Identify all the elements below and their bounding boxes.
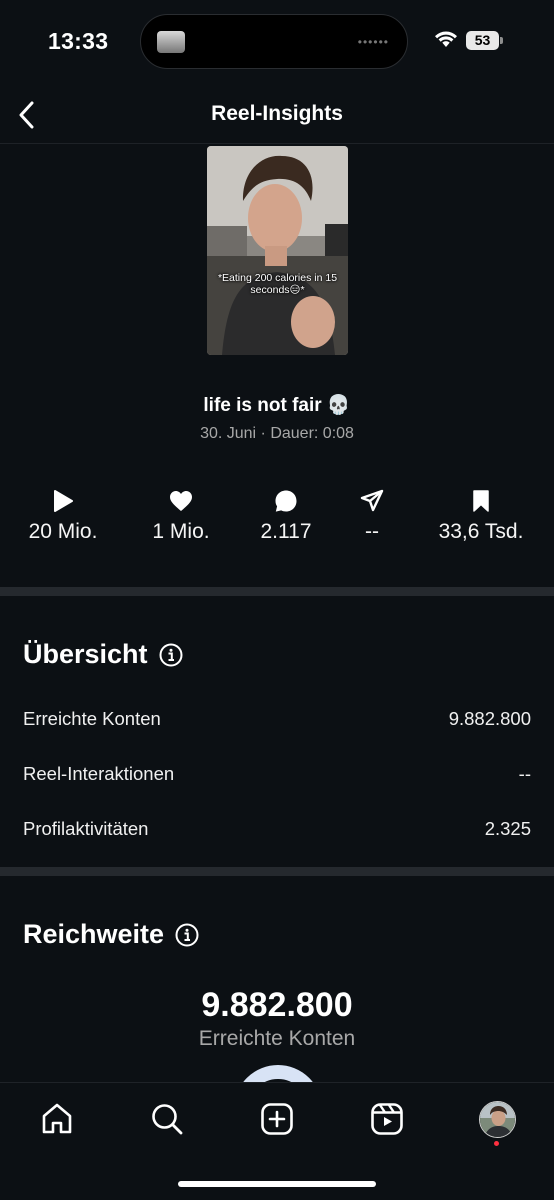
metric-label: Profilaktivitäten bbox=[23, 818, 149, 839]
metric-value: -- bbox=[518, 763, 531, 784]
notification-dot bbox=[494, 1141, 499, 1146]
search-icon bbox=[152, 1104, 183, 1135]
wifi-icon bbox=[435, 31, 457, 47]
play-icon bbox=[54, 490, 73, 512]
overview-title: Übersicht bbox=[23, 639, 148, 669]
heart-icon bbox=[170, 491, 192, 511]
nav-profile[interactable] bbox=[477, 1099, 517, 1139]
plays-count: 20 Mio. bbox=[28, 520, 98, 543]
section-divider bbox=[0, 867, 554, 876]
create-icon bbox=[261, 1103, 293, 1135]
reel-insights-screen: 13:33 •••••• 53 Reel-Insights *Eating 20… bbox=[0, 0, 554, 1200]
reach-title: Reichweite bbox=[23, 919, 165, 949]
nav-create[interactable] bbox=[257, 1099, 297, 1139]
bookmark-icon bbox=[473, 490, 489, 512]
reel-meta: 30. Juni · Dauer: 0:08 bbox=[200, 425, 354, 442]
battery-icon: 53 bbox=[466, 31, 499, 50]
page-title: Reel-Insights bbox=[211, 102, 343, 125]
reel-overlay-caption: *Eating 200 calories in 15 seconds😑* bbox=[217, 272, 338, 296]
overview-header: Übersicht bbox=[23, 639, 183, 670]
stat-plays: 20 Mio. bbox=[3, 486, 123, 544]
island-activity-dots: •••••• bbox=[357, 35, 389, 49]
battery-tip bbox=[500, 37, 503, 44]
status-time: 13:33 bbox=[48, 28, 109, 54]
dynamic-island[interactable]: •••••• bbox=[140, 14, 408, 69]
comment-icon bbox=[275, 490, 297, 512]
reach-label: Erreichte Konten bbox=[198, 1027, 356, 1050]
stat-shares: -- bbox=[312, 486, 432, 544]
now-playing-thumbnail bbox=[157, 31, 185, 53]
metric-label: Erreichte Konten bbox=[23, 708, 161, 729]
top-header: Reel-Insights bbox=[0, 86, 554, 144]
metric-row-profile-activity[interactable]: Profilaktivitäten 2.325 bbox=[23, 814, 531, 844]
nav-reels[interactable] bbox=[367, 1099, 407, 1139]
metric-label: Reel-Interaktionen bbox=[23, 763, 175, 784]
reach-total: 9.882.800 bbox=[201, 986, 353, 1024]
engagement-stats: 20 Mio. 1 Mio. 2.117 -- 33,6 Tsd. bbox=[0, 486, 554, 556]
info-icon[interactable] bbox=[175, 923, 199, 947]
reel-cover-image bbox=[207, 146, 348, 355]
stat-saves: 33,6 Tsd. bbox=[421, 486, 541, 544]
likes-count: 1 Mio. bbox=[152, 520, 210, 543]
info-icon[interactable] bbox=[159, 643, 183, 667]
metric-value: 9.882.800 bbox=[448, 708, 531, 729]
status-bar: 13:33 •••••• 53 bbox=[0, 0, 554, 86]
reel-title: life is not fair 💀 bbox=[203, 395, 351, 416]
saves-count: 33,6 Tsd. bbox=[438, 520, 524, 543]
metric-row-reel-interactions[interactable]: Reel-Interaktionen -- bbox=[23, 759, 531, 789]
shares-count: -- bbox=[365, 520, 379, 543]
stat-likes: 1 Mio. bbox=[121, 486, 241, 544]
home-indicator[interactable] bbox=[178, 1181, 376, 1187]
reach-header: Reichweite bbox=[23, 919, 199, 950]
section-divider bbox=[0, 587, 554, 596]
share-icon bbox=[360, 489, 384, 512]
home-icon bbox=[42, 1103, 72, 1134]
profile-avatar bbox=[478, 1100, 516, 1138]
reel-thumbnail[interactable]: *Eating 200 calories in 15 seconds😑* bbox=[207, 146, 348, 355]
nav-search[interactable] bbox=[147, 1099, 187, 1139]
reels-icon bbox=[371, 1103, 403, 1135]
metric-value: 2.325 bbox=[484, 818, 531, 839]
nav-home[interactable] bbox=[37, 1099, 77, 1139]
metric-row-accounts-reached[interactable]: Erreichte Konten 9.882.800 bbox=[23, 704, 531, 734]
